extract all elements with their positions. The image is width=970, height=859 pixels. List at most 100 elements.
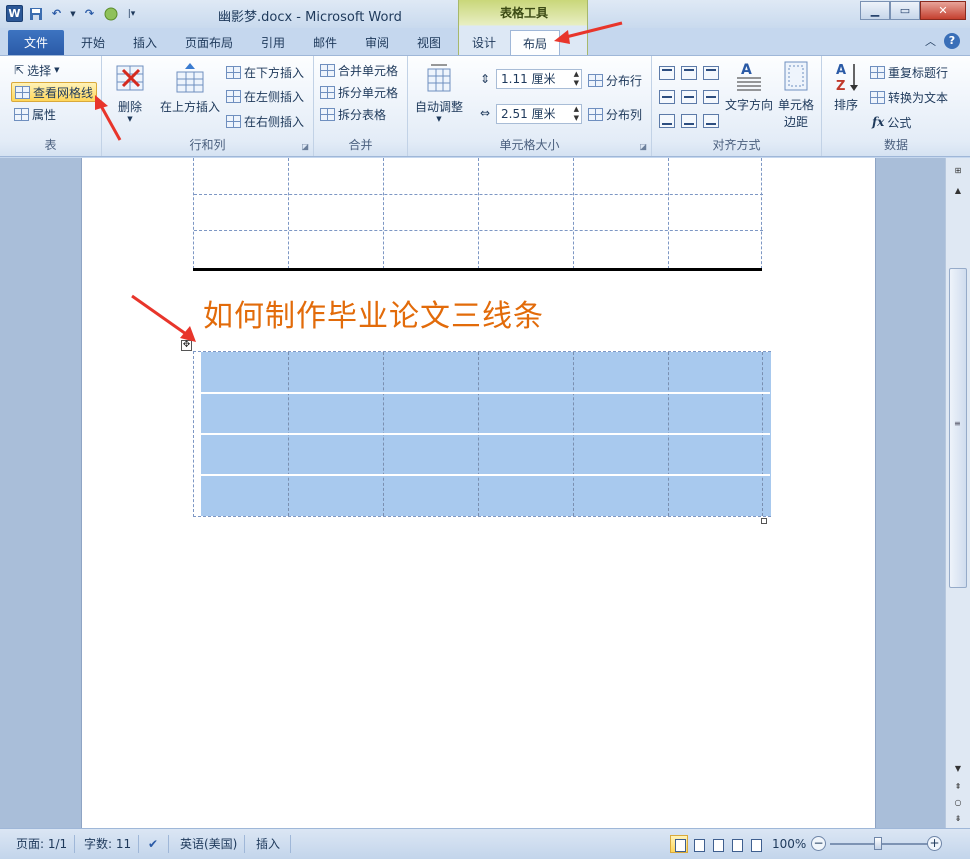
tab-view[interactable]: 视图 (406, 30, 452, 56)
tab-page-layout[interactable]: 页面布局 (176, 30, 242, 56)
delete-button[interactable]: 删除 ▼ (110, 62, 150, 123)
table-selected[interactable] (193, 351, 771, 517)
outline-view-icon[interactable] (727, 835, 745, 853)
distribute-columns-button[interactable]: 分布列 (588, 104, 642, 124)
ribbon-tabs: 文件 开始 插入 页面布局 引用 邮件 审阅 视图 设计 布局 (0, 28, 970, 56)
cell-margins-icon (784, 61, 808, 91)
tab-references[interactable]: 引用 (250, 30, 296, 56)
status-word-count[interactable]: 字数: 11 (84, 834, 131, 854)
undo-icon[interactable]: ↶ (48, 5, 65, 22)
split-table-button[interactable]: 拆分表格 (320, 104, 386, 124)
split-cells-button[interactable]: 拆分单元格 (320, 82, 398, 102)
align-top-left-icon[interactable] (659, 66, 675, 80)
table-move-handle-icon[interactable]: ✥ (181, 340, 192, 351)
svg-text:Z: Z (836, 79, 845, 92)
print-layout-view-icon[interactable] (670, 835, 688, 853)
align-middle-right-icon[interactable] (703, 90, 719, 104)
undo-dropdown-icon[interactable]: ▼ (69, 5, 77, 22)
cell-margins-button[interactable]: 单元格 边距 (776, 60, 816, 130)
minimize-ribbon-icon[interactable]: ︿ (925, 33, 936, 49)
merge-cells-button[interactable]: 合并单元格 (320, 60, 398, 80)
spinner-arrows-icon[interactable]: ▲ ▼ (574, 105, 579, 123)
select-browse-object-icon[interactable]: ○ (949, 796, 967, 810)
cursor-icon: ⇱ (14, 63, 25, 77)
zoom-out-icon[interactable]: − (811, 836, 826, 851)
save-icon[interactable] (27, 5, 44, 22)
tab-layout[interactable]: 布局 (510, 30, 560, 56)
status-page[interactable]: 页面: 1/1 (16, 834, 67, 854)
scroll-down-icon[interactable]: ▼ (949, 762, 967, 776)
tab-design[interactable]: 设计 (461, 30, 507, 56)
svg-text:A: A (836, 63, 846, 78)
insert-above-button[interactable]: 在上方插入 (158, 62, 222, 115)
web-layout-view-icon[interactable] (708, 835, 726, 853)
align-middle-center-icon[interactable] (681, 90, 697, 104)
next-page-icon[interactable]: ⇟ (949, 812, 967, 826)
spinner-arrows-icon[interactable]: ▲ ▼ (574, 70, 579, 88)
tab-insert[interactable]: 插入 (122, 30, 168, 56)
draft-view-icon[interactable] (746, 835, 764, 853)
tab-file[interactable]: 文件 (8, 30, 64, 56)
scrollbar-thumb[interactable]: ≡ (949, 268, 967, 588)
tab-home[interactable]: 开始 (70, 30, 116, 56)
maximize-icon[interactable]: ▭ (890, 1, 920, 20)
zoom-in-icon[interactable]: + (927, 836, 942, 851)
group-label-data: 数据 (883, 138, 908, 152)
zoom-level[interactable]: 100% (772, 834, 806, 854)
cell-margins-label-2: 边距 (783, 115, 808, 129)
circle-icon[interactable] (102, 5, 119, 22)
align-middle-left-icon[interactable] (659, 90, 675, 104)
close-icon[interactable]: ✕ (920, 1, 966, 20)
repeat-header-rows-button[interactable]: 重复标题行 (870, 62, 948, 82)
dialog-launcher-icon[interactable]: ◪ (639, 142, 647, 151)
row-separator (194, 392, 770, 394)
grid-line (288, 158, 289, 269)
document-heading[interactable]: 如何制作毕业论文三线条 (203, 291, 544, 335)
insert-right-button[interactable]: 在右侧插入 (226, 111, 304, 131)
column-width-input[interactable]: 2.51 厘米 ▲ ▼ (496, 104, 582, 124)
tab-review[interactable]: 审阅 (354, 30, 400, 56)
vertical-scrollbar[interactable]: ⊞ ▲ ≡ ▼ ⇞ ○ ⇟ (945, 158, 970, 828)
merge-cells-icon (320, 63, 335, 77)
help-icon[interactable]: ? (944, 33, 960, 49)
view-gridlines-button[interactable]: 查看网格线 (11, 82, 98, 102)
text-direction-button[interactable]: A 文字方向 (724, 60, 774, 113)
chevron-down-icon: ▼ (54, 66, 60, 74)
repeat-header-label: 重复标题行 (888, 65, 949, 80)
ribbon: ⇱ 选择 ▼ 查看网格线 属性 表 删除 ▼ 在上方插入 在下方插入 在左侧插入… (0, 55, 970, 157)
tab-mailings[interactable]: 邮件 (302, 30, 348, 56)
align-bottom-right-icon[interactable] (703, 114, 719, 128)
align-top-right-icon[interactable] (703, 66, 719, 80)
insert-right-icon (226, 114, 241, 128)
insert-left-button[interactable]: 在左侧插入 (226, 86, 304, 106)
row-height-input[interactable]: 1.11 厘米 ▲ ▼ (496, 69, 582, 89)
status-insert-mode[interactable]: 插入 (256, 834, 280, 854)
minimize-icon[interactable]: ▁ (860, 1, 890, 20)
dialog-launcher-icon[interactable]: ◪ (301, 142, 309, 151)
properties-label: 属性 (32, 107, 57, 122)
distribute-rows-button[interactable]: 分布行 (588, 70, 642, 90)
full-screen-reading-view-icon[interactable] (689, 835, 707, 853)
insert-below-button[interactable]: 在下方插入 (226, 62, 304, 82)
sort-button[interactable]: A Z 排序 (828, 60, 864, 113)
scroll-up-icon[interactable]: ▲ (949, 184, 967, 198)
autofit-button[interactable]: 自动调整 ▼ (414, 62, 464, 123)
convert-to-text-button[interactable]: 转换为文本 (870, 87, 948, 107)
status-language[interactable]: 英语(美国) (180, 834, 237, 854)
spelling-check-icon[interactable]: ✔ (148, 834, 158, 854)
align-top-center-icon[interactable] (681, 66, 697, 80)
table-resize-handle[interactable] (761, 518, 767, 524)
table-upper[interactable] (193, 158, 763, 271)
zoom-slider-thumb[interactable] (874, 837, 882, 850)
previous-page-icon[interactable]: ⇞ (949, 780, 967, 794)
align-bottom-left-icon[interactable] (659, 114, 675, 128)
redo-icon[interactable]: ↷ (81, 5, 98, 22)
properties-button[interactable]: 属性 (14, 104, 56, 124)
formula-button[interactable]: fx 公式 (872, 112, 911, 132)
customize-qat-icon[interactable]: |▾ (123, 5, 140, 22)
word-logo-icon[interactable]: W (6, 5, 23, 22)
table-bottom-border-thick (193, 268, 762, 271)
ruler-toggle-icon[interactable]: ⊞ (949, 164, 967, 178)
select-button[interactable]: ⇱ 选择 ▼ (14, 60, 59, 80)
align-bottom-center-icon[interactable] (681, 114, 697, 128)
